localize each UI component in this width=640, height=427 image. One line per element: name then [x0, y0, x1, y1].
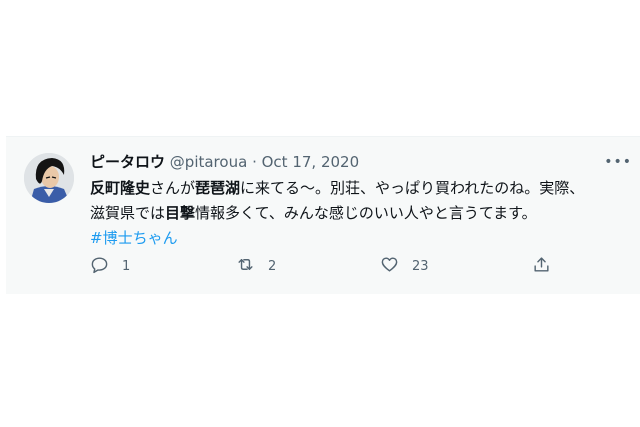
reply-button[interactable]: 1: [90, 253, 130, 279]
tweet-header: ピータロウ @pitaroua · Oct 17, 2020: [90, 152, 359, 172]
reply-icon: [90, 255, 109, 278]
text-segment: 滋賀県では: [90, 204, 166, 222]
more-options-button[interactable]: •••: [604, 155, 632, 169]
tweet-actions: 1 2 23: [90, 253, 560, 279]
retweet-count: 2: [268, 258, 277, 274]
bold-word: 目撃: [165, 204, 196, 222]
heart-icon: [380, 255, 399, 278]
user-handle[interactable]: @pitaroua: [170, 153, 247, 171]
person-name: 反町隆史: [90, 179, 151, 197]
like-button[interactable]: 23: [380, 253, 429, 279]
text-segment: さんが: [150, 179, 196, 197]
place-name: 琵琶湖: [195, 179, 241, 197]
separator-dot: ·: [252, 153, 257, 171]
text-segment: に来てる〜。別荘、やっぱり買われたのね。実際、: [240, 179, 585, 197]
tweet-text-line-2: 滋賀県では目撃情報多くて、みんな感じのいい人やと言うてます。: [90, 201, 635, 226]
tweet-date[interactable]: Oct 17, 2020: [262, 153, 360, 171]
share-button[interactable]: [532, 253, 551, 279]
share-icon: [532, 255, 551, 278]
like-count: 23: [412, 258, 429, 274]
tweet-text-line-1: 反町隆史さんが琵琶湖に来てる〜。別荘、やっぱり買われたのね。実際、: [90, 176, 635, 201]
tweet-card[interactable]: ピータロウ @pitaroua · Oct 17, 2020 ••• 反町隆史さ…: [6, 136, 640, 294]
text-segment: 情報多くて、みんな感じのいい人やと言うてます。: [195, 204, 537, 222]
retweet-icon: [236, 255, 255, 278]
hashtag-link[interactable]: #博士ちゃん: [90, 229, 178, 247]
reply-count: 1: [122, 258, 131, 274]
avatar[interactable]: [24, 153, 74, 203]
retweet-button[interactable]: 2: [236, 253, 276, 279]
tweet-text: 反町隆史さんが琵琶湖に来てる〜。別荘、やっぱり買われたのね。実際、 滋賀県では目…: [90, 176, 635, 251]
display-name[interactable]: ピータロウ: [90, 153, 165, 171]
